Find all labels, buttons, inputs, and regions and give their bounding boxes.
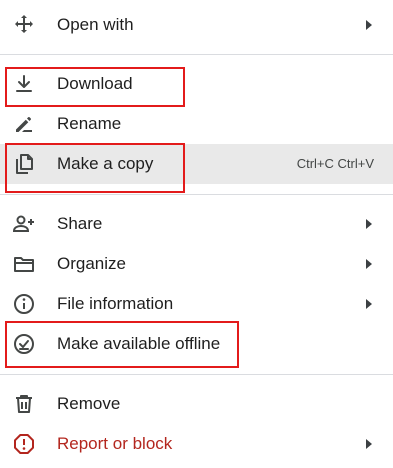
- submenu-arrow-icon: [366, 219, 372, 229]
- submenu-arrow-icon: [366, 20, 372, 30]
- person-add-icon: [12, 212, 36, 236]
- menu-item-report-or-block[interactable]: Report or block: [0, 424, 393, 464]
- submenu-arrow-icon: [366, 439, 372, 449]
- menu-item-make-a-copy[interactable]: Make a copy Ctrl+C Ctrl+V: [0, 144, 393, 184]
- menu-item-label: Download: [57, 74, 133, 93]
- menu-item-label: File information: [57, 294, 174, 313]
- submenu-arrow-icon: [366, 299, 372, 309]
- menu-item-rename[interactable]: Rename: [0, 104, 393, 144]
- menu-item-share[interactable]: Share: [0, 204, 393, 244]
- menu-item-download[interactable]: Download: [0, 64, 393, 104]
- folder-icon: [12, 252, 36, 276]
- menu-item-label: Organize: [57, 254, 126, 273]
- keyboard-shortcut: Ctrl+C Ctrl+V: [296, 156, 374, 171]
- move-arrows-icon: [12, 13, 36, 37]
- pencil-icon: [12, 112, 36, 136]
- menu-item-label: Make available offline: [57, 334, 221, 353]
- menu-item-organize[interactable]: Organize: [0, 244, 393, 284]
- menu-item-file-information[interactable]: File information: [0, 284, 393, 324]
- menu-item-open-with[interactable]: Open with: [0, 5, 393, 45]
- trash-icon: [12, 392, 36, 416]
- menu-item-label: Open with: [57, 15, 134, 34]
- info-icon: [12, 292, 36, 316]
- menu-item-label: Share: [57, 214, 103, 233]
- report-icon: [12, 432, 36, 456]
- menu-item-label: Rename: [57, 114, 122, 133]
- copy-icon: [12, 152, 36, 176]
- context-menu: Open with Download Rename Make a copy Ct…: [0, 0, 393, 468]
- offline-check-icon: [12, 332, 36, 356]
- menu-item-label: Remove: [57, 394, 121, 413]
- download-icon: [12, 72, 36, 96]
- submenu-arrow-icon: [366, 259, 372, 269]
- menu-item-make-available-offline[interactable]: Make available offline: [0, 324, 393, 364]
- divider: [0, 194, 393, 195]
- menu-item-remove[interactable]: Remove: [0, 384, 393, 424]
- menu-item-label: Make a copy: [57, 154, 154, 173]
- divider: [0, 374, 393, 375]
- menu-item-label: Report or block: [57, 434, 173, 453]
- divider: [0, 54, 393, 55]
